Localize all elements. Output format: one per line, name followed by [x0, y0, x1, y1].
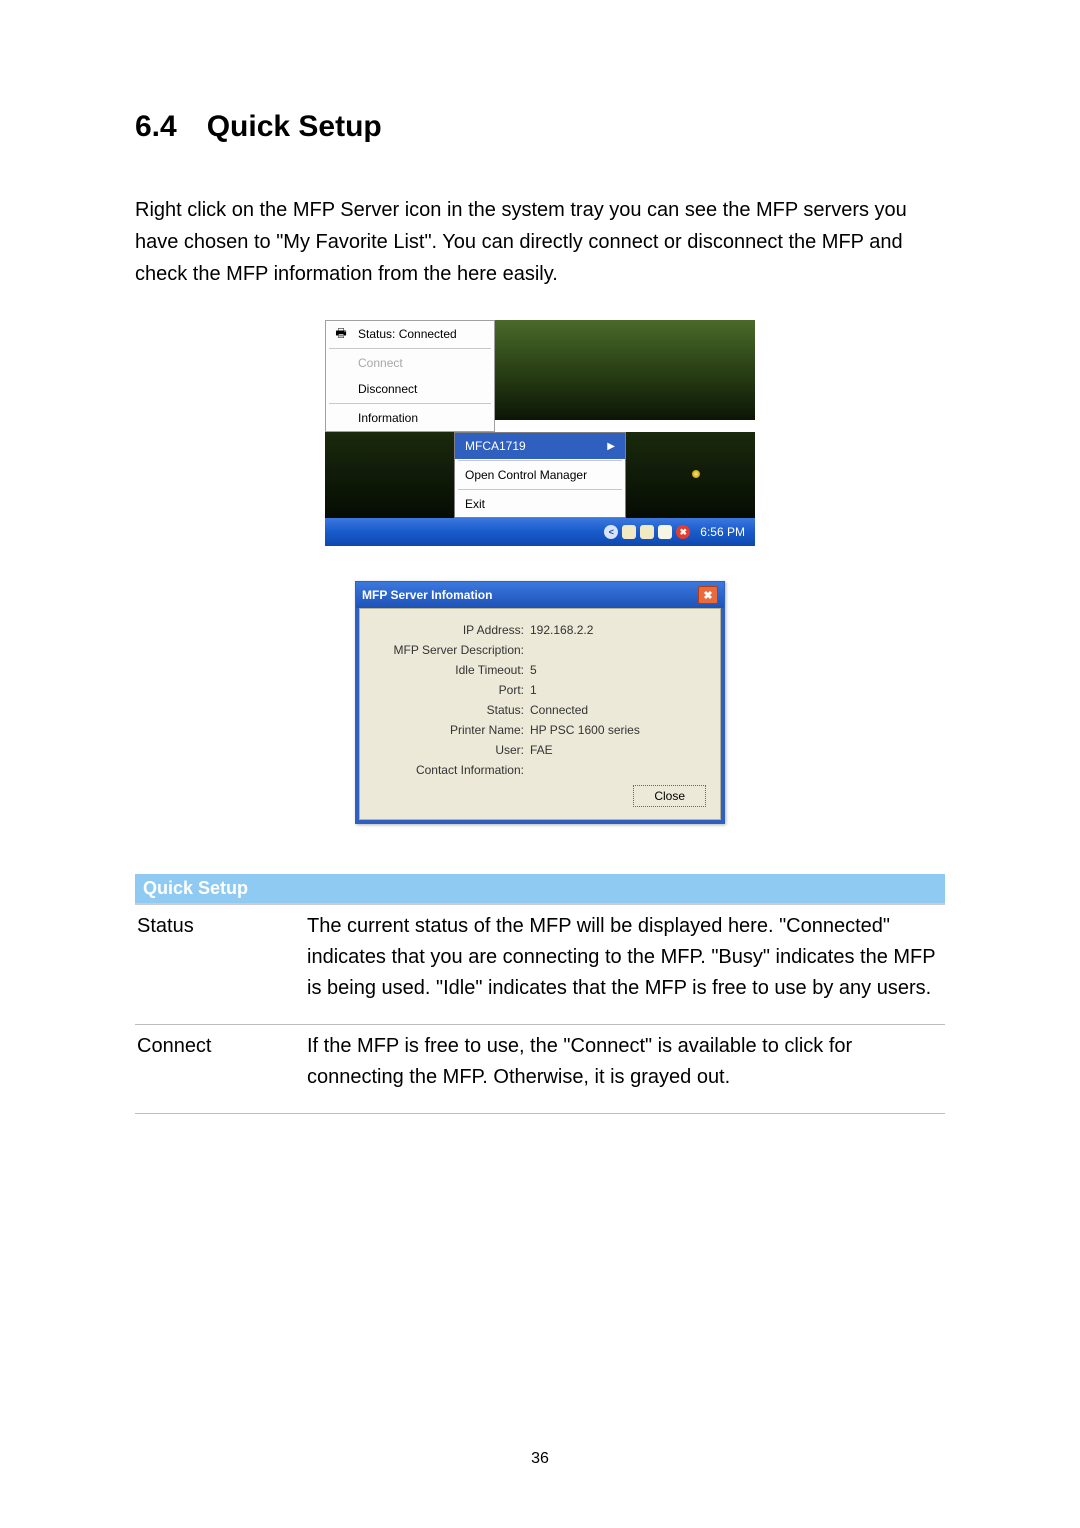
- info-row-user: User: FAE: [374, 743, 706, 757]
- menu-connect-label: Connect: [358, 356, 403, 370]
- tray-icon[interactable]: [622, 525, 636, 539]
- info-value: 1: [530, 683, 706, 697]
- desktop-background: [626, 432, 755, 518]
- info-label: IP Address:: [374, 623, 530, 637]
- submenu-open-manager[interactable]: Open Control Manager: [455, 462, 625, 488]
- context-menu: 🖶 Status: Connected Connect Disconnect I…: [325, 320, 495, 432]
- desktop-background: [325, 432, 454, 518]
- section-heading: 6.4 Quick Setup: [135, 110, 945, 144]
- mfp-info-dialog: MFP Server Infomation ✖ IP Address: 192.…: [355, 581, 725, 824]
- submenu: MFCA1719 ▶ Open Control Manager Exit: [454, 432, 626, 518]
- menu-disconnect-label: Disconnect: [358, 382, 417, 396]
- info-value: HP PSC 1600 series: [530, 723, 706, 737]
- printer-icon: 🖶: [332, 325, 350, 343]
- table-desc: The current status of the MFP will be di…: [305, 904, 945, 1025]
- info-row-ip: IP Address: 192.168.2.2: [374, 623, 706, 637]
- taskbar-clock: 6:56 PM: [700, 525, 745, 539]
- screenshot-dialog: MFP Server Infomation ✖ IP Address: 192.…: [355, 581, 725, 824]
- menu-separator: [458, 489, 622, 490]
- menu-connect: Connect: [326, 350, 494, 376]
- menu-separator: [458, 460, 622, 461]
- info-row-status: Status: Connected: [374, 703, 706, 717]
- info-value: 5: [530, 663, 706, 677]
- tray-expand-icon[interactable]: <: [604, 525, 618, 539]
- info-label: Printer Name:: [374, 723, 530, 737]
- info-value: FAE: [530, 743, 706, 757]
- info-label: MFP Server Description:: [374, 643, 530, 657]
- page-number: 36: [0, 1450, 1080, 1468]
- info-label: Contact Information:: [374, 763, 530, 777]
- info-row-port: Port: 1: [374, 683, 706, 697]
- dialog-title: MFP Server Infomation: [362, 588, 492, 602]
- taskbar: < ✖ 6:56 PM: [325, 518, 755, 546]
- info-row-idle: Idle Timeout: 5: [374, 663, 706, 677]
- dialog-body: IP Address: 192.168.2.2 MFP Server Descr…: [359, 608, 721, 820]
- table-row: Connect If the MFP is free to use, the "…: [135, 1025, 945, 1114]
- menu-information-label: Information: [358, 411, 418, 425]
- section-title-text: Quick Setup: [207, 110, 382, 143]
- table-row: Status The current status of the MFP wil…: [135, 904, 945, 1025]
- table-term: Connect: [135, 1025, 305, 1114]
- menu-information[interactable]: Information: [326, 405, 494, 431]
- info-label: User:: [374, 743, 530, 757]
- tray-alert-icon[interactable]: ✖: [676, 525, 690, 539]
- menu-status: 🖶 Status: Connected: [326, 321, 494, 347]
- tray-printer-icon[interactable]: [658, 525, 672, 539]
- table-term: Status: [135, 904, 305, 1025]
- info-value: [530, 643, 706, 657]
- table-header: Quick Setup: [135, 874, 945, 904]
- menu-status-label: Status: Connected: [358, 327, 457, 341]
- info-row-contact: Contact Information:: [374, 763, 706, 777]
- info-value: 192.168.2.2: [530, 623, 706, 637]
- desktop-background: [495, 320, 755, 420]
- info-row-desc: MFP Server Description:: [374, 643, 706, 657]
- system-tray: < ✖: [604, 525, 690, 539]
- tray-icon[interactable]: [640, 525, 654, 539]
- dialog-titlebar: MFP Server Infomation ✖: [356, 582, 724, 608]
- menu-separator: [329, 348, 491, 349]
- submenu-exit[interactable]: Exit: [455, 491, 625, 517]
- menu-separator: [329, 403, 491, 404]
- table-desc: If the MFP is free to use, the "Connect"…: [305, 1025, 945, 1114]
- screenshot-tray-menu: 🖶 Status: Connected Connect Disconnect I…: [325, 320, 755, 546]
- intro-paragraph: Right click on the MFP Server icon in th…: [135, 194, 945, 290]
- submenu-server-label: MFCA1719: [465, 439, 526, 453]
- info-label: Status:: [374, 703, 530, 717]
- info-label: Idle Timeout:: [374, 663, 530, 677]
- info-row-printer: Printer Name: HP PSC 1600 series: [374, 723, 706, 737]
- section-number: 6.4: [135, 110, 177, 143]
- submenu-server-item[interactable]: MFCA1719 ▶: [455, 433, 625, 459]
- info-label: Port:: [374, 683, 530, 697]
- close-icon[interactable]: ✖: [698, 586, 718, 604]
- info-value: [530, 763, 706, 777]
- close-button[interactable]: Close: [633, 785, 706, 807]
- submenu-arrow-icon: ▶: [607, 441, 615, 452]
- desktop-sun-icon: [692, 470, 700, 478]
- quick-setup-table: Quick Setup Status The current status of…: [135, 874, 945, 1114]
- menu-disconnect[interactable]: Disconnect: [326, 376, 494, 402]
- info-value: Connected: [530, 703, 706, 717]
